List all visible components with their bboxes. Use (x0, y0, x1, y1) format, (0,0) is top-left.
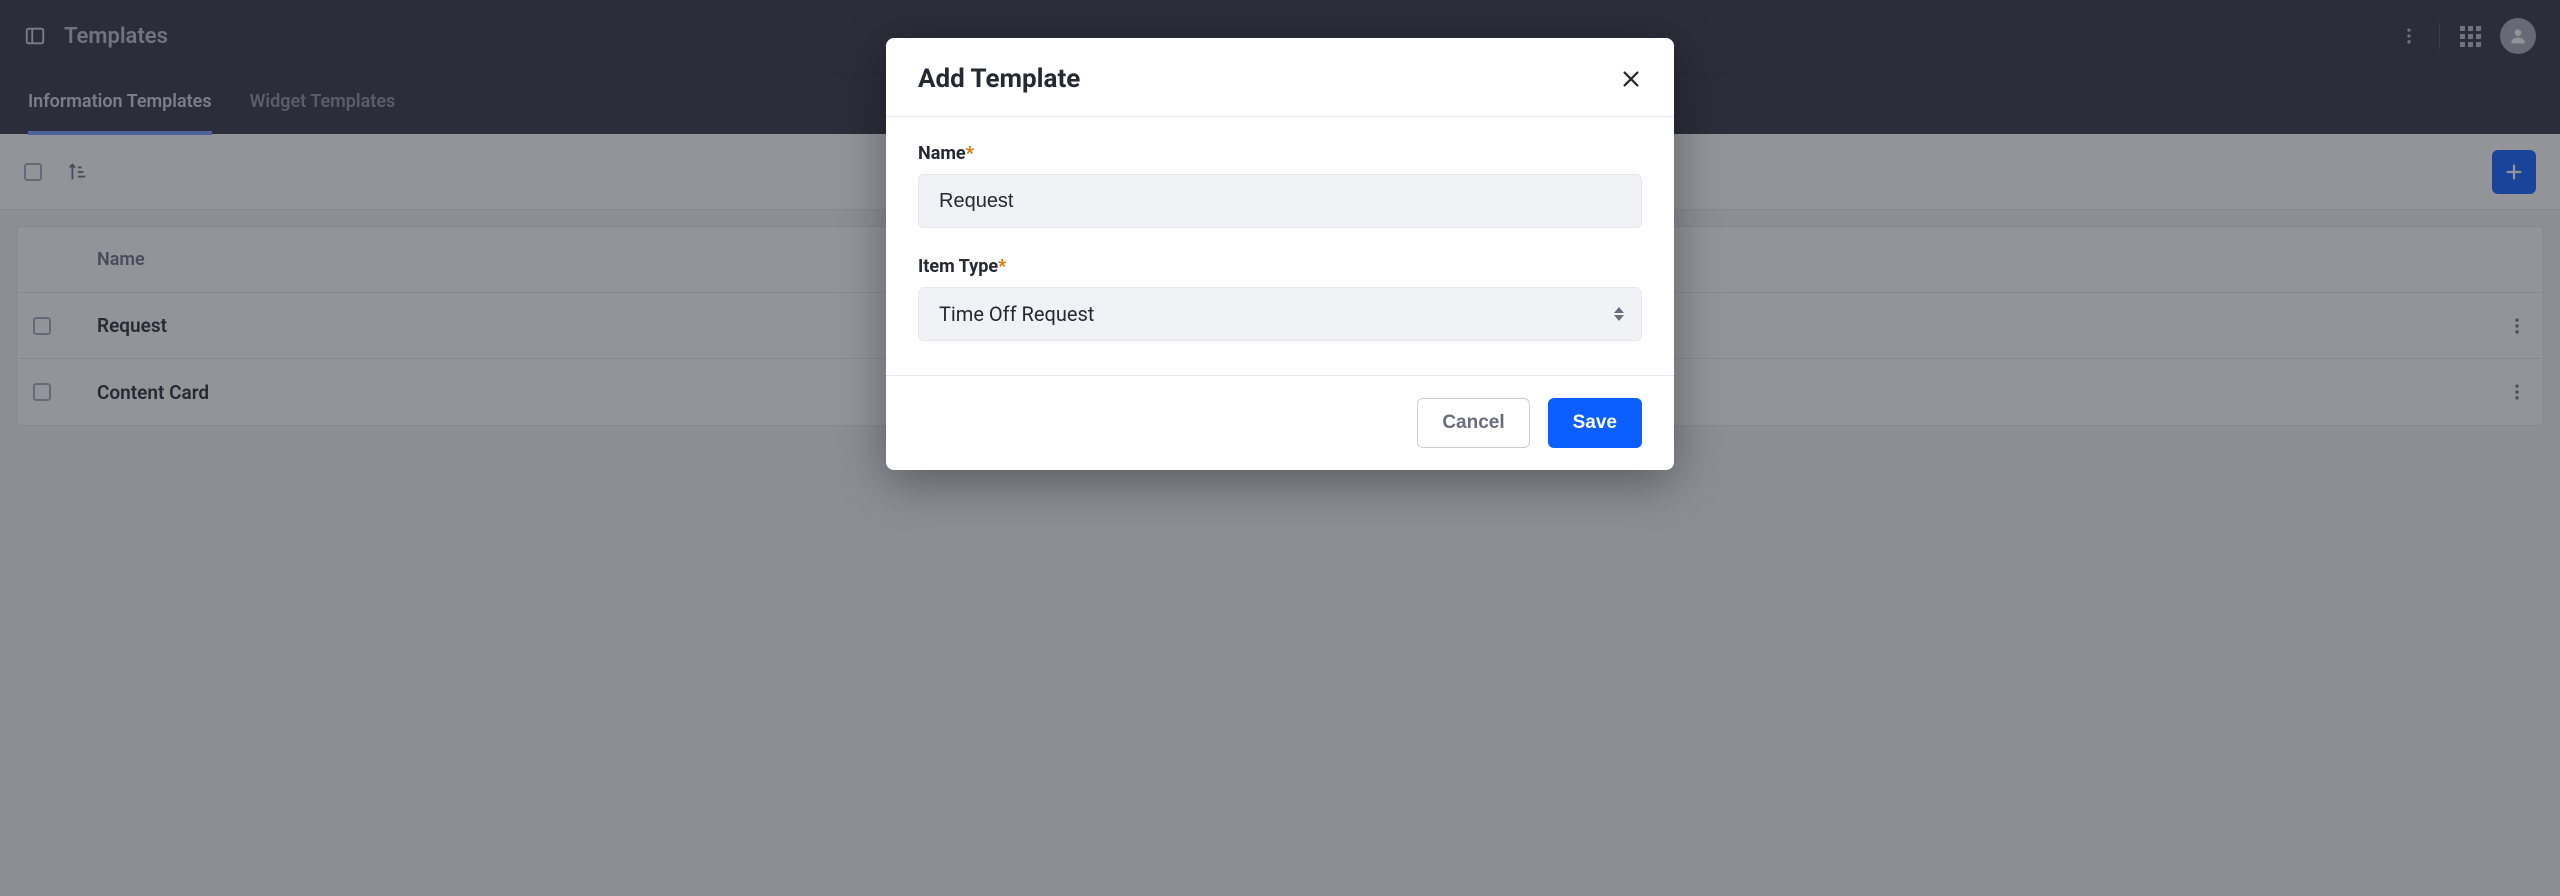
item-type-label-text: Item Type (918, 256, 998, 277)
field-group-item-type: Item Type* Time Off Request (918, 256, 1642, 341)
modal-title: Add Template (918, 64, 1080, 94)
close-icon[interactable] (1620, 68, 1642, 90)
item-type-select-wrap: Time Off Request (918, 287, 1642, 341)
cancel-button[interactable]: Cancel (1417, 398, 1529, 448)
save-button-label: Save (1573, 412, 1617, 434)
name-label-text: Name (918, 143, 966, 164)
field-group-name: Name* (918, 143, 1642, 228)
modal-footer: Cancel Save (886, 375, 1674, 470)
modal-body: Name* Item Type* Time Off Request (886, 117, 1674, 375)
name-label: Name* (918, 143, 1642, 164)
item-type-value: Time Off Request (939, 302, 1094, 326)
item-type-label: Item Type* (918, 256, 1642, 277)
required-star: * (966, 143, 974, 164)
required-star: * (998, 256, 1006, 277)
add-template-modal: Add Template Name* Item Type* (886, 38, 1674, 470)
modal-overlay[interactable]: Add Template Name* Item Type* (0, 0, 2560, 896)
save-button[interactable]: Save (1548, 398, 1642, 448)
item-type-select[interactable]: Time Off Request (918, 287, 1642, 341)
name-input[interactable] (918, 174, 1642, 228)
modal-header: Add Template (886, 38, 1674, 117)
cancel-button-label: Cancel (1442, 412, 1504, 434)
